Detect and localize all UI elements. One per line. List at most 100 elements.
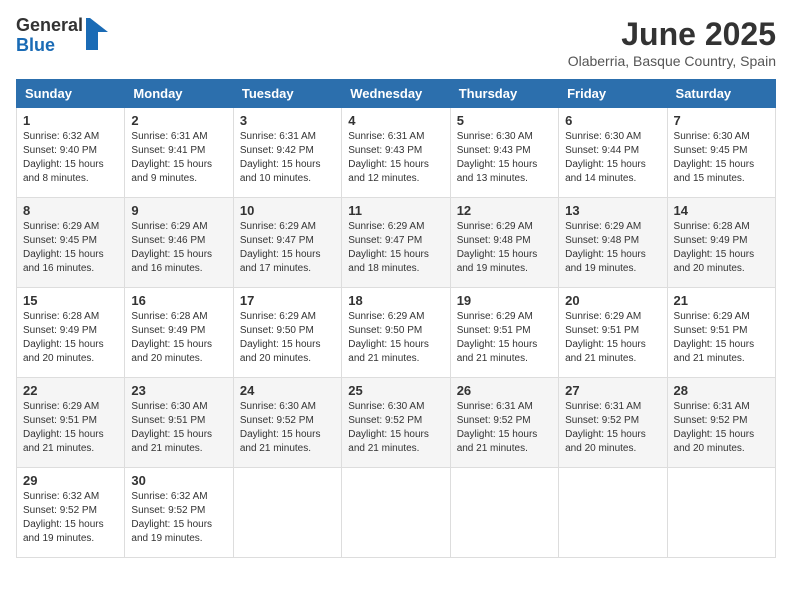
table-row: 13Sunrise: 6:29 AMSunset: 9:48 PMDayligh… [559,198,667,288]
table-row: 25 Sunrise: 6:30 AMSunset: 9:52 PMDayligh… [342,378,450,468]
table-row: 8 Sunrise: 6:29 AMSunset: 9:45 PMDaylight… [17,198,125,288]
table-row: 9 Sunrise: 6:29 AMSunset: 9:46 PMDaylight… [125,198,233,288]
logo-icon [86,18,108,50]
day-info: Sunrise: 6:30 AMSunset: 9:43 PMDaylight:… [457,130,552,186]
table-row: 2Sunrise: 6:31 AMSunset: 9:41 PMDaylight… [125,108,233,198]
day-number: 8 [23,203,118,218]
day-number: 23 [131,383,226,398]
table-row: 22 Sunrise: 6:29 AMSunset: 9:51 PMDayligh… [17,378,125,468]
day-number: 5 [457,113,552,128]
day-number: 29 [23,473,118,488]
table-row: 12 Sunrise: 6:29 AMSunset: 9:48 PMDayligh… [450,198,558,288]
table-row: 1Sunrise: 6:32 AMSunset: 9:40 PMDaylight… [17,108,125,198]
day-number: 1 [23,113,118,128]
table-row: 4 Sunrise: 6:31 AMSunset: 9:43 PMDaylight… [342,108,450,198]
day-number: 22 [23,383,118,398]
table-row [342,468,450,558]
table-row: 29 Sunrise: 6:32 AMSunset: 9:52 PMDayligh… [17,468,125,558]
day-number: 4 [348,113,443,128]
day-info: Sunrise: 6:28 AMSunset: 9:49 PMDaylight:… [23,310,118,366]
header-saturday: Saturday [667,80,775,108]
table-row: 16 Sunrise: 6:28 AMSunset: 9:49 PMDayligh… [125,288,233,378]
day-info: Sunrise: 6:29 AMSunset: 9:46 PMDaylight:… [131,220,226,276]
day-number: 7 [674,113,769,128]
day-info: Sunrise: 6:30 AMSunset: 9:44 PMDaylight:… [565,130,660,186]
table-row: 19 Sunrise: 6:29 AMSunset: 9:51 PMDayligh… [450,288,558,378]
table-row: 10 Sunrise: 6:29 AMSunset: 9:47 PMDayligh… [233,198,341,288]
calendar-header-row: Sunday Monday Tuesday Wednesday Thursday… [17,80,776,108]
day-info: Sunrise: 6:32 AMSunset: 9:52 PMDaylight:… [131,490,226,546]
table-row: 18Sunrise: 6:29 AMSunset: 9:50 PMDayligh… [342,288,450,378]
table-row: 5 Sunrise: 6:30 AMSunset: 9:43 PMDaylight… [450,108,558,198]
day-number: 27 [565,383,660,398]
header-tuesday: Tuesday [233,80,341,108]
calendar-table: Sunday Monday Tuesday Wednesday Thursday… [16,79,776,558]
day-info: Sunrise: 6:29 AMSunset: 9:51 PMDaylight:… [674,310,769,366]
day-number: 11 [348,203,443,218]
day-number: 15 [23,293,118,308]
header-wednesday: Wednesday [342,80,450,108]
day-info: Sunrise: 6:30 AMSunset: 9:52 PMDaylight:… [348,400,443,456]
day-number: 24 [240,383,335,398]
table-row: 3 Sunrise: 6:31 AMSunset: 9:42 PMDaylight… [233,108,341,198]
table-row: 30 Sunrise: 6:32 AMSunset: 9:52 PMDayligh… [125,468,233,558]
logo-general: General [16,16,83,36]
table-row: 7Sunrise: 6:30 AMSunset: 9:45 PMDaylight… [667,108,775,198]
day-info: Sunrise: 6:31 AMSunset: 9:52 PMDaylight:… [457,400,552,456]
table-row: 11Sunrise: 6:29 AMSunset: 9:47 PMDayligh… [342,198,450,288]
day-info: Sunrise: 6:32 AMSunset: 9:52 PMDaylight:… [23,490,118,546]
day-number: 26 [457,383,552,398]
table-row: 21 Sunrise: 6:29 AMSunset: 9:51 PMDayligh… [667,288,775,378]
header-monday: Monday [125,80,233,108]
table-row: 15 Sunrise: 6:28 AMSunset: 9:49 PMDayligh… [17,288,125,378]
header-thursday: Thursday [450,80,558,108]
day-info: Sunrise: 6:31 AMSunset: 9:52 PMDaylight:… [674,400,769,456]
day-info: Sunrise: 6:29 AMSunset: 9:50 PMDaylight:… [240,310,335,366]
location-title: Olaberria, Basque Country, Spain [568,53,776,69]
day-number: 3 [240,113,335,128]
day-number: 14 [674,203,769,218]
header-sunday: Sunday [17,80,125,108]
day-info: Sunrise: 6:28 AMSunset: 9:49 PMDaylight:… [674,220,769,276]
day-info: Sunrise: 6:29 AMSunset: 9:48 PMDaylight:… [457,220,552,276]
calendar-week-row: 22 Sunrise: 6:29 AMSunset: 9:51 PMDayligh… [17,378,776,468]
day-info: Sunrise: 6:30 AMSunset: 9:52 PMDaylight:… [240,400,335,456]
title-area: June 2025 Olaberria, Basque Country, Spa… [568,16,776,69]
table-row: 24 Sunrise: 6:30 AMSunset: 9:52 PMDayligh… [233,378,341,468]
day-info: Sunrise: 6:28 AMSunset: 9:49 PMDaylight:… [131,310,226,366]
table-row: 14 Sunrise: 6:28 AMSunset: 9:49 PMDayligh… [667,198,775,288]
day-info: Sunrise: 6:29 AMSunset: 9:51 PMDaylight:… [565,310,660,366]
day-info: Sunrise: 6:29 AMSunset: 9:51 PMDaylight:… [457,310,552,366]
day-info: Sunrise: 6:31 AMSunset: 9:52 PMDaylight:… [565,400,660,456]
calendar-week-row: 29 Sunrise: 6:32 AMSunset: 9:52 PMDayligh… [17,468,776,558]
table-row [667,468,775,558]
calendar-week-row: 15 Sunrise: 6:28 AMSunset: 9:49 PMDayligh… [17,288,776,378]
day-info: Sunrise: 6:29 AMSunset: 9:47 PMDaylight:… [240,220,335,276]
day-number: 9 [131,203,226,218]
table-row: 17Sunrise: 6:29 AMSunset: 9:50 PMDayligh… [233,288,341,378]
table-row [233,468,341,558]
calendar-week-row: 1Sunrise: 6:32 AMSunset: 9:40 PMDaylight… [17,108,776,198]
logo: General Blue [16,16,108,56]
table-row: 6Sunrise: 6:30 AMSunset: 9:44 PMDaylight… [559,108,667,198]
day-info: Sunrise: 6:29 AMSunset: 9:51 PMDaylight:… [23,400,118,456]
calendar-week-row: 8 Sunrise: 6:29 AMSunset: 9:45 PMDaylight… [17,198,776,288]
day-info: Sunrise: 6:31 AMSunset: 9:42 PMDaylight:… [240,130,335,186]
day-number: 21 [674,293,769,308]
day-number: 10 [240,203,335,218]
day-info: Sunrise: 6:29 AMSunset: 9:45 PMDaylight:… [23,220,118,276]
day-number: 25 [348,383,443,398]
table-row: 20Sunrise: 6:29 AMSunset: 9:51 PMDayligh… [559,288,667,378]
day-number: 16 [131,293,226,308]
table-row [450,468,558,558]
day-number: 2 [131,113,226,128]
day-number: 19 [457,293,552,308]
day-info: Sunrise: 6:31 AMSunset: 9:43 PMDaylight:… [348,130,443,186]
day-number: 28 [674,383,769,398]
header-friday: Friday [559,80,667,108]
day-number: 30 [131,473,226,488]
day-number: 12 [457,203,552,218]
table-row: 27 Sunrise: 6:31 AMSunset: 9:52 PMDayligh… [559,378,667,468]
logo-blue: Blue [16,36,83,56]
day-info: Sunrise: 6:30 AMSunset: 9:51 PMDaylight:… [131,400,226,456]
